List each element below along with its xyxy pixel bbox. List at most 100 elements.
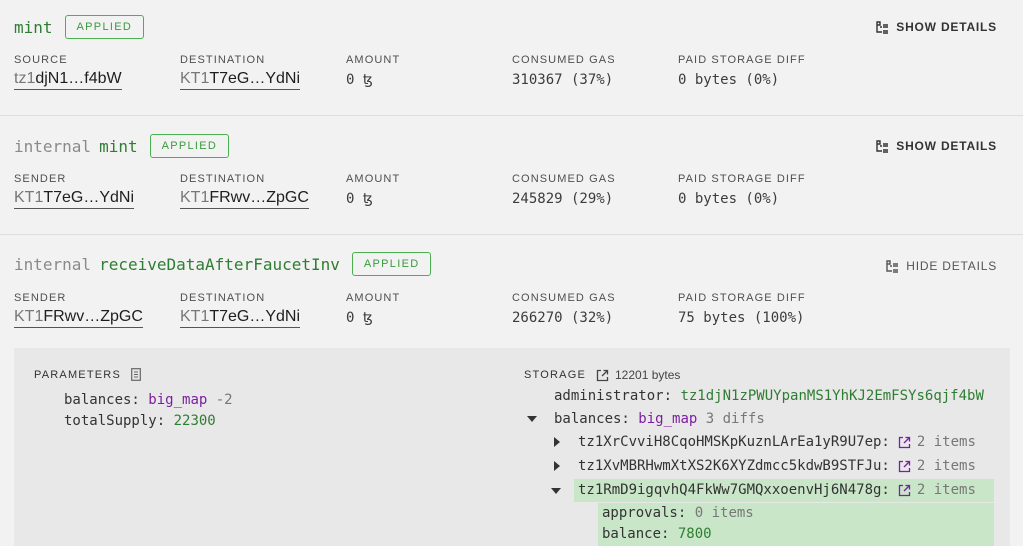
- sender-label: SENDER: [14, 292, 67, 304]
- hide-details-label: HIDE DETAILS: [906, 259, 997, 273]
- entry-key: tz1XvMBRHwmXtXS2K6XYZdmcc5kdwB9STFJu:: [578, 458, 890, 474]
- amount-field: AMOUNT 0 ꜩ: [346, 54, 400, 88]
- balance-entry[interactable]: tz1XrCvviH8CqoHMSKpKuznLArEa1yR9U7ep: 2 i…: [578, 434, 976, 450]
- destination-address[interactable]: KT1T7eG…YdNi: [180, 70, 301, 90]
- storage-size: 12201 bytes: [615, 368, 681, 382]
- address-prefix: KT1: [14, 189, 44, 206]
- op-title: internal mint APPLIED: [14, 134, 230, 158]
- source-field: SOURCE tz1djN1…f4bW: [14, 54, 122, 90]
- entrypoint-name: receiveDataAfterFaucetInv: [99, 254, 340, 274]
- address-prefix: KT1: [180, 189, 210, 206]
- show-details-label: SHOW DETAILS: [896, 139, 997, 153]
- param-key: balances:: [64, 392, 140, 408]
- hide-details-button[interactable]: HIDE DETAILS: [886, 259, 997, 273]
- address-prefix: KT1: [14, 308, 44, 325]
- collapse-caret-icon[interactable]: [527, 416, 537, 422]
- address-body: djN1…f4bW: [35, 70, 122, 87]
- param-type: big_map: [148, 392, 208, 408]
- gas-value: 266270 (32%): [512, 310, 614, 326]
- external-link-icon[interactable]: [596, 369, 609, 382]
- operation-internal-mint: internal mint APPLIED SHOW DETAILS SENDE…: [0, 116, 1023, 235]
- parameters-label: PARAMETERS: [34, 368, 121, 381]
- entry-count: 2 items: [916, 434, 976, 450]
- entry-field-value: 0 items: [694, 505, 754, 521]
- entry-key: tz1RmD9igqvhQ4FkWw7GMQxxoenvHj6N478g:: [578, 482, 890, 498]
- storage-header: STORAGE 12201 bytes: [524, 368, 680, 382]
- storage-key: balances:: [554, 411, 630, 427]
- destination-label: DESTINATION: [180, 292, 266, 304]
- param-key: totalSupply:: [64, 413, 166, 429]
- address-body: T7eG…YdNi: [209, 70, 301, 87]
- storage-diff-value: 0 bytes (0%): [678, 191, 780, 207]
- external-link-icon[interactable]: [898, 436, 911, 449]
- address-prefix: KT1: [180, 70, 210, 87]
- storage-diff-field: PAID STORAGE DIFF 0 bytes (0%): [678, 54, 806, 88]
- storage-administrator: administrator: tz1djN1zPWUYpanMS1YhKJ2Em…: [554, 388, 984, 404]
- address-body: FRwv…ZpGC: [43, 308, 143, 325]
- param-balances: balances: big_map -2: [64, 392, 233, 408]
- storage-diff-value: 75 bytes (100%): [678, 310, 805, 326]
- amount-field: AMOUNT 0 ꜩ: [346, 292, 400, 326]
- entry-key: tz1XrCvviH8CqoHMSKpKuznLArEa1yR9U7ep:: [578, 434, 890, 450]
- storage-diff-field: PAID STORAGE DIFF 75 bytes (100%): [678, 292, 806, 326]
- destination-address[interactable]: KT1FRwv…ZpGC: [180, 189, 309, 209]
- address-prefix: KT1: [180, 308, 210, 325]
- balance-entry-expanded[interactable]: tz1RmD9igqvhQ4FkWw7GMQxxoenvHj6N478g: 2 i…: [578, 482, 976, 498]
- gas-field: CONSUMED GAS 310367 (37%): [512, 54, 616, 88]
- sender-field: SENDER KT1T7eG…YdNi: [14, 173, 135, 209]
- source-label: SOURCE: [14, 54, 68, 66]
- entry-field-key: balance:: [602, 526, 670, 542]
- destination-field: DESTINATION KT1T7eG…YdNi: [180, 54, 301, 90]
- gas-label: CONSUMED GAS: [512, 54, 616, 66]
- storage-key: administrator:: [554, 388, 673, 404]
- address-body: T7eG…YdNi: [43, 189, 135, 206]
- parameters-header: PARAMETERS: [34, 368, 141, 381]
- sender-address[interactable]: KT1FRwv…ZpGC: [14, 308, 143, 328]
- storage-value: tz1djN1zPWUYpanMS1YhKJ2EmFSYs6qjf4bW: [680, 388, 984, 404]
- expand-caret-icon[interactable]: [554, 437, 560, 447]
- storage-diff-value: 0 bytes (0%): [678, 72, 780, 88]
- amount-field: AMOUNT 0 ꜩ: [346, 173, 400, 207]
- address-prefix: tz1: [14, 70, 36, 87]
- source-address[interactable]: tz1djN1…f4bW: [14, 70, 122, 90]
- address-body: T7eG…YdNi: [209, 308, 301, 325]
- address-body: FRwv…ZpGC: [209, 189, 309, 206]
- amount-label: AMOUNT: [346, 54, 401, 66]
- storage-diff-label: PAID STORAGE DIFF: [678, 292, 806, 304]
- param-value: 22300: [173, 413, 216, 429]
- storage-balances[interactable]: balances: big_map 3 diffs: [554, 411, 765, 427]
- tree-icon: [876, 20, 889, 34]
- sender-address[interactable]: KT1T7eG…YdNi: [14, 189, 135, 209]
- gas-value: 245829 (29%): [512, 191, 614, 207]
- gas-label: CONSUMED GAS: [512, 292, 616, 304]
- storage-label: STORAGE: [524, 369, 586, 381]
- show-details-button[interactable]: SHOW DETAILS: [876, 139, 997, 153]
- copy-icon[interactable]: [131, 368, 141, 381]
- gas-value: 310367 (37%): [512, 72, 614, 88]
- status-badge: APPLIED: [351, 252, 432, 276]
- amount-value: 0 ꜩ: [346, 191, 373, 207]
- destination-label: DESTINATION: [180, 173, 266, 185]
- balance-entry[interactable]: tz1XvMBRHwmXtXS2K6XYZdmcc5kdwB9STFJu: 2 i…: [578, 458, 976, 474]
- destination-address[interactable]: KT1T7eG…YdNi: [180, 308, 301, 328]
- entry-count: 2 items: [916, 482, 976, 498]
- tree-icon: [886, 259, 899, 273]
- destination-field: DESTINATION KT1FRwv…ZpGC: [180, 173, 309, 209]
- show-details-label: SHOW DETAILS: [896, 20, 997, 34]
- external-link-icon[interactable]: [898, 484, 911, 497]
- storage-diff-label: PAID STORAGE DIFF: [678, 54, 806, 66]
- param-value: -2: [215, 392, 233, 408]
- amount-value: 0 ꜩ: [346, 72, 373, 88]
- storage-diff-field: PAID STORAGE DIFF 0 bytes (0%): [678, 173, 806, 207]
- collapse-caret-icon[interactable]: [551, 488, 561, 494]
- show-details-button[interactable]: SHOW DETAILS: [876, 20, 997, 34]
- external-link-icon[interactable]: [898, 460, 911, 473]
- op-title: internal receiveDataAfterFaucetInv APPLI…: [14, 252, 432, 276]
- status-badge: APPLIED: [149, 134, 230, 158]
- gas-field: CONSUMED GAS 266270 (32%): [512, 292, 616, 326]
- entry-approvals: approvals: 0 items: [602, 505, 754, 521]
- expand-caret-icon[interactable]: [554, 461, 560, 471]
- storage-diff-label: PAID STORAGE DIFF: [678, 173, 806, 185]
- storage-type: big_map: [638, 411, 698, 427]
- destination-field: DESTINATION KT1T7eG…YdNi: [180, 292, 301, 328]
